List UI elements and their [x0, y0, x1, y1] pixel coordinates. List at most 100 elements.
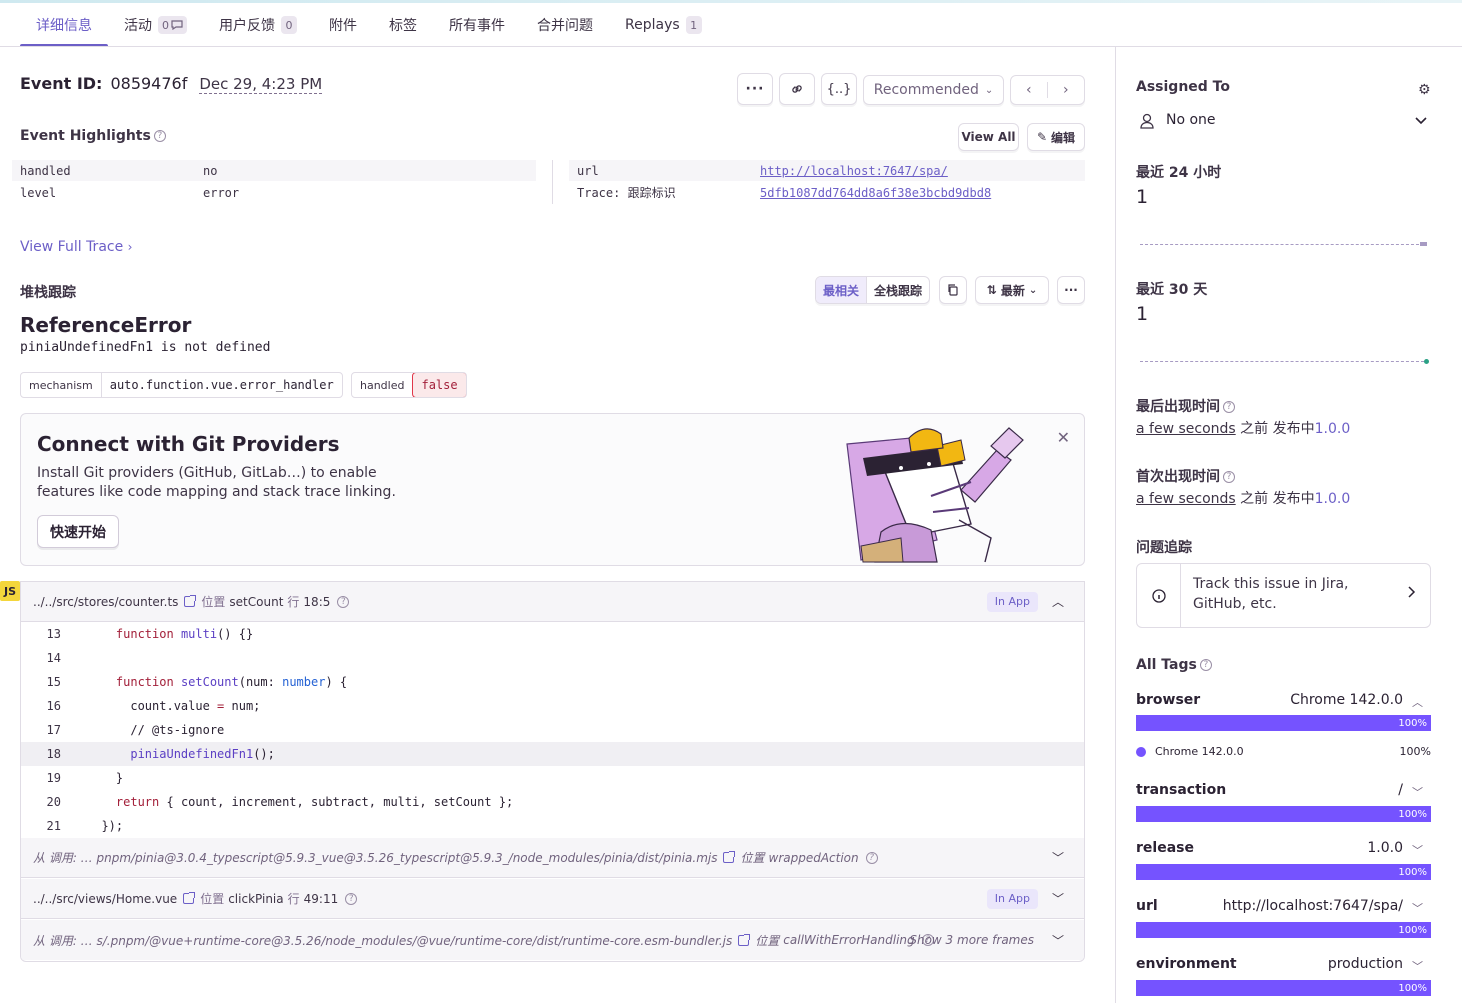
- series-dot: [1136, 747, 1146, 757]
- copy-link-button[interactable]: [779, 73, 815, 105]
- track-issue-card[interactable]: Track this issue in Jira, GitHub, etc.: [1136, 563, 1431, 628]
- full-stack-button[interactable]: 全栈跟踪: [867, 277, 929, 303]
- external-link-icon[interactable]: [183, 892, 196, 904]
- help-icon[interactable]: ?: [1199, 659, 1212, 671]
- tab-details[interactable]: 详细信息: [20, 3, 108, 47]
- chevron-down-icon[interactable]: ﹀: [1052, 890, 1064, 907]
- issue-tracking-title: 问题追踪: [1136, 540, 1192, 556]
- code-line: 17 // @ts-ignore: [21, 718, 1084, 742]
- highlight-key: level: [20, 185, 57, 200]
- help-icon[interactable]: ?: [1223, 471, 1235, 483]
- edit-highlights-button[interactable]: ✎ 编辑: [1027, 123, 1085, 151]
- sort-order-dropdown[interactable]: ⇅ 最新 ⌄: [975, 276, 1049, 304]
- code-line: 19 }: [21, 766, 1084, 790]
- trace-id-link[interactable]: 5dfb1087dd764dd8a6f38e3bcbd9dbd8: [760, 186, 991, 200]
- close-icon[interactable]: ✕: [1057, 428, 1070, 447]
- help-icon[interactable]: ?: [345, 892, 358, 905]
- show-more-frames-button[interactable]: Show 3 more frames: [909, 933, 1034, 947]
- help-icon[interactable]: ?: [337, 595, 350, 608]
- tag-row-transaction[interactable]: transaction / ﹀: [1136, 782, 1431, 802]
- frame-function: setCount: [229, 594, 284, 609]
- stack-options-button[interactable]: ···: [1057, 276, 1085, 304]
- frame-line-label: 行: [287, 595, 300, 609]
- help-icon[interactable]: ?: [153, 130, 166, 142]
- tab-tags[interactable]: 标签: [373, 3, 433, 47]
- tab-activity[interactable]: 活动 0: [108, 3, 203, 47]
- handled-pill[interactable]: handled false: [351, 372, 467, 398]
- most-relevant-button[interactable]: 最相关: [816, 277, 868, 303]
- frame-called-from-path: 从 调用: … s/.pnpm/@vue+runtime-core@3.5.26…: [33, 933, 733, 948]
- previous-event-button[interactable]: ‹: [1011, 82, 1048, 98]
- tab-attachments[interactable]: 附件: [313, 3, 373, 47]
- banner-text: Install Git providers (GitHub, GitLab…) …: [37, 465, 396, 500]
- mechanism-pill[interactable]: mechanism auto.function.vue.error_handler: [20, 372, 343, 398]
- stack-view-toggle: 最相关 全栈跟踪: [815, 276, 931, 304]
- chevron-right-icon: [1408, 586, 1416, 598]
- tab-replays[interactable]: Replays 1: [609, 3, 718, 47]
- view-full-trace-link[interactable]: View Full Trace ›: [20, 239, 132, 255]
- quick-start-button[interactable]: 快速开始: [37, 515, 119, 548]
- chevron-down-icon[interactable]: ﹀: [1052, 849, 1064, 866]
- more-actions-button[interactable]: ···: [737, 73, 773, 105]
- last-30d-count: 1: [1136, 303, 1149, 325]
- stack-trace-title: 堆栈跟踪: [20, 285, 76, 301]
- highlight-row: Trace: 跟踪标识 5dfb1087dd764dd8a6f38e3bcbd9d…: [569, 182, 1085, 203]
- last-seen-release-link[interactable]: 1.0.0: [1315, 421, 1351, 437]
- help-icon[interactable]: ?: [1223, 401, 1235, 413]
- recommended-sort-dropdown[interactable]: Recommended ⌄: [863, 75, 1004, 105]
- tab-label: Replays: [625, 17, 680, 33]
- tab-merged-issues[interactable]: 合并问题: [521, 3, 609, 47]
- tag-value: production: [1327, 956, 1403, 972]
- line-number: 17: [46, 723, 61, 737]
- tag-value: /: [1398, 782, 1403, 798]
- tag-row-url[interactable]: url http://localhost:7647/spa/ ﹀: [1136, 898, 1431, 918]
- tag-value-detail-row[interactable]: Chrome 142.0.0 100%: [1136, 744, 1431, 760]
- code-text: count.value = num;: [87, 699, 261, 713]
- frame-row[interactable]: ../../src/stores/counter.ts 位置 setCount …: [21, 582, 1084, 622]
- highlight-url-link[interactable]: http://localhost:7647/spa/: [760, 164, 948, 178]
- help-icon[interactable]: ?: [865, 851, 878, 864]
- tab-all-events[interactable]: 所有事件: [433, 3, 521, 47]
- first-seen-label: 首次出现时间: [1136, 469, 1220, 485]
- frame-row-called-from[interactable]: 从 调用: … pnpm/pinia@3.0.4_typescript@5.9.…: [21, 838, 1084, 878]
- event-id-row: Event ID: 0859476f Dec 29, 4:23 PM: [20, 74, 323, 94]
- code-text: return { count, increment, subtract, mul…: [115, 795, 514, 809]
- external-link-icon[interactable]: [723, 851, 736, 863]
- replays-count-badge: 1: [685, 16, 702, 34]
- first-seen-time[interactable]: a few seconds: [1136, 491, 1236, 507]
- last-seen-time[interactable]: a few seconds: [1136, 421, 1236, 437]
- highlight-value: no: [203, 163, 218, 178]
- event-date[interactable]: Dec 29, 4:23 PM: [199, 75, 323, 94]
- chevron-down-icon[interactable]: ﹀: [1052, 932, 1064, 949]
- assignee-dropdown[interactable]: No one: [1136, 110, 1431, 134]
- next-event-button[interactable]: ›: [1048, 82, 1085, 98]
- pencil-icon: ✎: [1036, 130, 1048, 144]
- code-line: 20 return { count, increment, subtract, …: [21, 790, 1084, 814]
- tab-user-feedback[interactable]: 用户反馈 0: [203, 3, 313, 47]
- external-link-icon[interactable]: [184, 595, 197, 607]
- view-all-button[interactable]: View All: [958, 123, 1019, 151]
- assigned-to-title: Assigned To: [1136, 79, 1230, 95]
- tag-row-environment[interactable]: environment production ﹀: [1136, 956, 1431, 976]
- code-text: function setCount(num: number) {: [115, 675, 348, 689]
- track-issue-text: Track this issue in Jira, GitHub, etc.: [1193, 576, 1349, 612]
- first-seen-release-link[interactable]: 1.0.0: [1315, 491, 1351, 507]
- line-number: 21: [46, 819, 61, 833]
- tab-label: 附件: [329, 18, 357, 34]
- event-id-value[interactable]: 0859476f: [110, 74, 187, 93]
- tag-value: 1.0.0: [1367, 840, 1403, 856]
- frame-row[interactable]: ../../src/views/Home.vue 位置 clickPinia 行…: [21, 879, 1084, 919]
- tag-distribution-bar: 100%: [1136, 715, 1431, 731]
- tag-row-browser[interactable]: browser Chrome 142.0.0 ︿: [1136, 692, 1431, 712]
- tag-row-release[interactable]: release 1.0.0 ﹀: [1136, 840, 1431, 860]
- external-link-icon[interactable]: [738, 933, 751, 946]
- settings-gear-icon[interactable]: ⚙: [1418, 82, 1431, 98]
- copy-icon: [948, 284, 958, 296]
- frame-filename: ../../src/views/Home.vue: [33, 891, 178, 906]
- tag-percent: 100%: [1398, 982, 1427, 994]
- view-json-button[interactable]: {..}: [821, 73, 857, 105]
- chevron-up-icon[interactable]: ︿: [1052, 593, 1064, 610]
- chevron-up-icon: ︿: [1412, 696, 1423, 709]
- copy-stack-button[interactable]: [939, 276, 967, 304]
- frame-row-called-from[interactable]: 从 调用: … s/.pnpm/@vue+runtime-core@3.5.26…: [21, 920, 1084, 960]
